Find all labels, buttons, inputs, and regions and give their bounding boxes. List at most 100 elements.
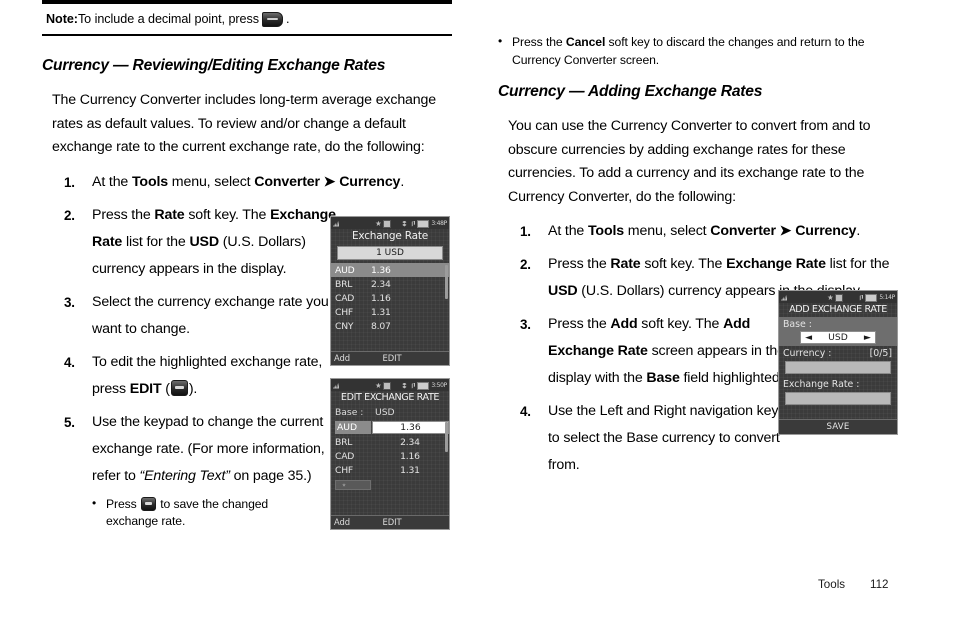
softkey-save[interactable]: SAVE: [779, 419, 897, 434]
phone1-rate-row[interactable]: AUD 1.36: [331, 263, 449, 277]
step-number: 3.: [64, 294, 75, 310]
softkey-add[interactable]: Add: [331, 517, 366, 527]
phone2-status-bar: 3:50P: [331, 379, 449, 391]
right-intro-paragraph: You can use the Currency Converter to co…: [508, 118, 871, 205]
softkey-add[interactable]: Add: [331, 353, 366, 363]
phone2-rate-row[interactable]: BRL 2.34: [331, 435, 449, 449]
phone1-rate-row[interactable]: BRL 2.34: [331, 277, 449, 291]
phone1-rate-row[interactable]: CAD 1.16: [331, 291, 449, 305]
currency-char-count: [0/5]: [869, 348, 892, 359]
phone2-rate-list[interactable]: AUD 1.36 BRL 2.34 CAD 1.16 CHF 1.31: [331, 420, 449, 515]
chevron-left-icon[interactable]: ◄: [805, 332, 812, 343]
signal-icon: [781, 294, 787, 301]
left-intro-paragraph: The Currency Converter includes long-ter…: [52, 92, 437, 156]
step-item: 3. Press the Add soft key. The Add Excha…: [498, 311, 796, 392]
currency-code: CHF: [335, 306, 354, 318]
phone1-softkey-bar: Add EDIT: [331, 351, 449, 365]
step-number: 2.: [520, 257, 531, 272]
currency-value: 1.16: [400, 450, 420, 462]
message-icon: [383, 381, 392, 390]
music-icon: [859, 294, 864, 301]
currency-value: 8.07: [371, 320, 391, 332]
phone1-base-bar: 1 USD: [337, 246, 443, 260]
phone1-rate-row[interactable]: CNY 8.07: [331, 319, 449, 333]
step-item: 4. Use the Left and Right navigation key…: [498, 398, 796, 479]
currency-label: Currency :: [783, 348, 832, 359]
currency-code: BRL: [335, 278, 353, 290]
currency-label-row: Currency : [0/5]: [779, 346, 897, 360]
roaming-icon: [375, 382, 382, 388]
footer-section-label: Tools: [818, 578, 846, 591]
base-label: Base :: [783, 319, 812, 330]
phone1-title: Exchange Rate: [351, 230, 429, 242]
currency-code: BRL: [335, 436, 353, 448]
left-sub-bullets: Press to save the changed exchange rate.: [92, 495, 320, 531]
step-item: 5. Use the keypad to change the current …: [42, 409, 340, 531]
step-item: 4. To edit the highlighted exchange rate…: [42, 349, 340, 403]
step-number: 1.: [520, 224, 531, 239]
base-label-row: Base :: [779, 317, 897, 331]
step-number: 3.: [520, 317, 531, 332]
rate-edit-input[interactable]: 1.36: [372, 421, 449, 434]
currency-value: 1.31: [371, 306, 391, 318]
music-icon: [411, 220, 416, 227]
roaming-icon: [827, 294, 834, 300]
battery-icon: [417, 219, 430, 228]
note-text-before: To include a decimal point, press: [77, 12, 259, 26]
phone3-time: 5:14P: [879, 294, 895, 301]
signal-icon: [333, 220, 339, 227]
bluetooth-icon: [402, 220, 407, 227]
message-icon: [835, 293, 844, 302]
currency-value: 2.34: [400, 436, 420, 448]
sub-bullet-item: Press to save the changed exchange rate.: [92, 495, 320, 531]
right-top-bullets: Press the Cancel soft key to discard the…: [498, 33, 908, 69]
step-number: 1.: [64, 174, 75, 190]
phone2-edit-row[interactable]: AUD 1.36: [331, 420, 449, 435]
phone1-rate-list[interactable]: AUD 1.36 BRL 2.34 CAD 1.16 CHF 1.31 CNY: [331, 263, 449, 351]
phone1-status-bar: 3:48P: [331, 217, 449, 229]
phone3-title: ADD EXCHANGE RATE: [789, 304, 887, 315]
currency-code: AUD: [335, 421, 371, 434]
phone2-rate-row[interactable]: CAD 1.16: [331, 449, 449, 463]
footer-page-number: 112: [870, 578, 889, 591]
step-item: 1. At the Tools menu, select Converter ➤…: [42, 169, 452, 196]
signal-icon: [333, 382, 339, 389]
roaming-icon: [375, 220, 382, 226]
softkey-edit[interactable]: EDIT: [366, 353, 418, 363]
sub-bullet-item: Press the Cancel soft key to discard the…: [498, 33, 908, 69]
bluetooth-icon: [402, 382, 407, 389]
note-bottom-rule: [42, 34, 452, 37]
softkey-edit[interactable]: EDIT: [366, 517, 418, 527]
phone1-scrollbar[interactable]: [445, 265, 448, 299]
phone-screenshot-edit-exchange-rate: 3:50P EDIT EXCHANGE RATE Base : USD AUD …: [330, 378, 450, 530]
phone-screenshot-exchange-rate: 3:48P Exchange Rate 1 USD AUD 1.36 BRL 2…: [330, 216, 450, 366]
message-icon: [383, 219, 392, 228]
exchange-rate-input[interactable]: [785, 392, 891, 405]
step-number: 4.: [520, 404, 531, 419]
left-section-heading: Currency — Reviewing/Editing Exchange Ra…: [42, 57, 386, 75]
chevron-right-icon[interactable]: ►: [864, 332, 871, 343]
phone2-scrollbar[interactable]: [445, 422, 448, 452]
base-label: Base :: [335, 407, 364, 418]
rate-label-row: Exchange Rate :: [779, 377, 897, 391]
phone2-rate-row[interactable]: CHF 1.31: [331, 463, 449, 477]
phone3-status-bar: 5:14P: [779, 291, 897, 303]
music-icon: [411, 382, 416, 389]
battery-icon: [417, 381, 430, 390]
base-currency-selector[interactable]: ◄ USD ►: [800, 331, 876, 344]
step-number: 5.: [64, 414, 75, 430]
currency-code: AUD: [335, 264, 355, 276]
right-section-heading: Currency — Adding Exchange Rates: [498, 83, 763, 100]
phone1-rate-row[interactable]: CHF 1.31: [331, 305, 449, 319]
phone2-title: EDIT EXCHANGE RATE: [340, 392, 440, 403]
base-value: USD: [375, 407, 395, 418]
step-item: 3. Select the currency exchange rate you…: [42, 289, 340, 343]
step-number: 2.: [64, 207, 75, 223]
phone3-base-field[interactable]: Base : ◄ USD ►: [779, 317, 897, 346]
currency-name-input[interactable]: [785, 361, 891, 374]
ok-key-icon: [140, 496, 156, 511]
note-label: Note:: [46, 12, 78, 26]
phone2-time: 3:50P: [431, 382, 447, 389]
base-currency-value: USD: [828, 332, 848, 343]
keypad-star-key-icon: [262, 12, 283, 28]
